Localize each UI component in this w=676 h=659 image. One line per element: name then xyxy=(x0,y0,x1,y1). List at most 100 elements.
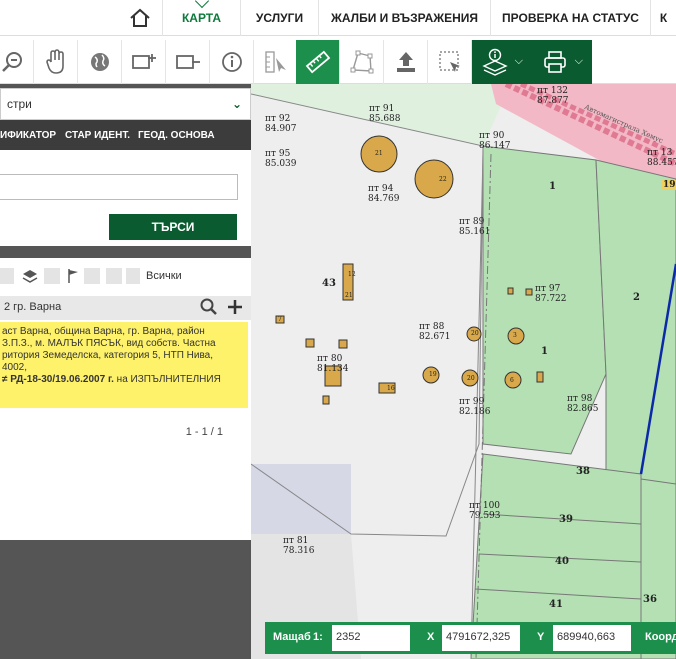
result-header[interactable]: 2 гр. Варна xyxy=(0,296,251,320)
result-line: З.П.З., м. МАЛЪК ПЯСЪК, вид собств. Част… xyxy=(2,338,216,349)
parcel-number[interactable]: 40 xyxy=(555,556,569,567)
survey-point[interactable]: пт 81 78.316 xyxy=(283,536,315,556)
result-document-line: ≠ РД-18-30/19.06.2007 г. на ИЗПЪЛНИТЕЛНИ… xyxy=(2,374,246,386)
ruler-tool[interactable] xyxy=(296,40,340,84)
add-layer-tool[interactable] xyxy=(122,40,166,84)
search-input[interactable] xyxy=(0,174,238,200)
road-number: 19 xyxy=(661,180,676,190)
scale-input[interactable]: 2352 xyxy=(332,625,410,651)
globe-tool[interactable] xyxy=(78,40,122,84)
search-panel: стри ⌄ ИФИКАТОР СТАР ИДЕНТ. ГЕОД. ОСНОВА… xyxy=(0,84,251,659)
home-icon xyxy=(130,8,150,27)
survey-point[interactable]: пт 95 85.039 xyxy=(265,149,297,169)
register-select[interactable]: стри ⌄ xyxy=(0,88,251,120)
zoom-icon xyxy=(1,52,22,72)
globe-icon xyxy=(90,53,109,71)
survey-point[interactable]: пт 80 81.134 xyxy=(317,354,349,374)
tree-marker[interactable] xyxy=(414,159,454,199)
building[interactable] xyxy=(536,371,544,383)
tab-geodetic-base[interactable]: ГЕОД. ОСНОВА xyxy=(138,130,215,141)
nav-services[interactable]: УСЛУГИ xyxy=(240,0,318,36)
layers-icon[interactable] xyxy=(22,268,38,284)
survey-point[interactable]: пт 88 82.671 xyxy=(419,322,451,342)
search-form: ТЪРСИ xyxy=(0,150,251,246)
parcel-number[interactable]: 38 xyxy=(576,466,590,477)
polygon-tool[interactable] xyxy=(340,40,384,84)
survey-point[interactable]: пт 94 84.769 xyxy=(368,184,400,204)
tree-label: 22 xyxy=(439,176,447,183)
parcel-number[interactable]: 43 xyxy=(322,278,336,289)
building[interactable] xyxy=(338,339,348,349)
tab-old-identifier[interactable]: СТАР ИДЕНТ. xyxy=(65,130,130,141)
active-caret-icon xyxy=(194,0,209,9)
parcel-number[interactable]: 36 xyxy=(643,594,657,605)
survey-point[interactable]: пт 132 87.877 xyxy=(537,86,569,106)
survey-point[interactable]: пт 97 87.722 xyxy=(535,284,567,304)
building[interactable] xyxy=(525,288,533,296)
map-canvas[interactable]: 21 22 12 21 20 19 16 20 6 3 7 43 1 2 1 3… xyxy=(251,84,676,659)
add-layer-icon xyxy=(131,54,156,69)
pagination: 1 - 1 / 1 xyxy=(185,426,223,438)
layers-info-dropdown[interactable]: ⌵ xyxy=(472,40,532,84)
scale-prefix: 1: xyxy=(313,631,323,643)
flag-icon[interactable] xyxy=(66,268,80,284)
pan-tool[interactable] xyxy=(34,40,78,84)
select-area-tool[interactable] xyxy=(428,40,472,84)
chevron-down-icon: ⌵ xyxy=(514,55,523,67)
survey-point[interactable]: пт 99 82.186 xyxy=(459,397,491,417)
search-button[interactable]: ТЪРСИ xyxy=(109,214,237,240)
remove-layer-tool[interactable] xyxy=(166,40,210,84)
cadastral-map[interactable] xyxy=(251,84,676,659)
parcel-number[interactable]: 41 xyxy=(549,599,563,610)
map-toolbar: ⌵ ⌵ xyxy=(0,40,676,84)
parcel-number[interactable]: 2 xyxy=(633,292,640,303)
parcel-number[interactable]: 1 xyxy=(549,181,556,192)
building[interactable] xyxy=(507,287,514,295)
coordinate-tool[interactable] xyxy=(254,40,298,84)
search-tabs: ИФИКАТОР СТАР ИДЕНТ. ГЕОД. ОСНОВА xyxy=(0,120,251,150)
nav-map[interactable]: КАРТА xyxy=(162,0,240,36)
result-item[interactable]: аст Варна, община Варна, гр. Варна, райо… xyxy=(0,322,248,408)
survey-point[interactable]: пт 98 82.865 xyxy=(567,394,599,414)
filter-box-icon[interactable] xyxy=(44,268,60,284)
survey-point[interactable]: пт 92 84.907 xyxy=(265,114,297,134)
building-label: 16 xyxy=(387,385,395,392)
search-icon[interactable] xyxy=(200,298,218,316)
x-coordinate-input[interactable]: 4791672,325 xyxy=(442,625,520,651)
filter-box-icon[interactable] xyxy=(0,268,14,284)
nav-complaints[interactable]: ЖАЛБИ И ВЪЗРАЖЕНИЯ xyxy=(318,0,490,36)
filter-all-checkbox-icon[interactable] xyxy=(126,268,140,284)
filter-box-icon[interactable] xyxy=(106,268,122,284)
tree-label: 20 xyxy=(467,375,475,382)
add-icon[interactable] xyxy=(226,298,244,316)
upload-tool[interactable] xyxy=(384,40,428,84)
survey-point[interactable]: пт 90 86.147 xyxy=(479,131,511,151)
building-label: 7 xyxy=(278,316,282,323)
building[interactable] xyxy=(305,338,315,348)
result-line: ритория Земеделска, категория 5, НТП Нив… xyxy=(2,350,214,361)
register-select-value: стри xyxy=(7,97,32,111)
select-area-icon xyxy=(438,51,460,72)
tree-label: 3 xyxy=(513,332,517,339)
survey-point[interactable]: пт 91 85.688 xyxy=(369,104,401,124)
info-tool[interactable] xyxy=(210,40,254,84)
home-button[interactable] xyxy=(120,0,160,36)
building[interactable] xyxy=(322,395,330,405)
y-coordinate-input[interactable]: 689940,663 xyxy=(553,625,631,651)
filter-box-icon[interactable] xyxy=(84,268,100,284)
parcel-number[interactable]: 39 xyxy=(559,514,573,525)
parcel-number[interactable]: 1 xyxy=(541,346,548,357)
zoom-tool[interactable] xyxy=(0,40,34,84)
survey-point[interactable]: пт 13 88.457 xyxy=(647,148,676,168)
nav-more[interactable]: К xyxy=(650,0,676,36)
result-document-tail: на ИЗПЪЛНИТЕЛНИЯ xyxy=(113,374,221,385)
survey-point[interactable]: пт 100 79.593 xyxy=(469,501,501,521)
result-filters: Всички xyxy=(0,258,251,294)
survey-point[interactable]: пт 89 85.161 xyxy=(459,217,491,237)
nav-status-check[interactable]: ПРОВЕРКА НА СТАТУС xyxy=(490,0,650,36)
result-document-number: ≠ РД-18-30/19.06.2007 г. xyxy=(2,374,114,385)
remove-layer-icon xyxy=(175,55,200,69)
chevron-down-icon: ⌵ xyxy=(574,55,583,67)
tab-identifier[interactable]: ИФИКАТОР xyxy=(0,130,56,141)
print-dropdown[interactable]: ⌵ xyxy=(532,40,592,84)
